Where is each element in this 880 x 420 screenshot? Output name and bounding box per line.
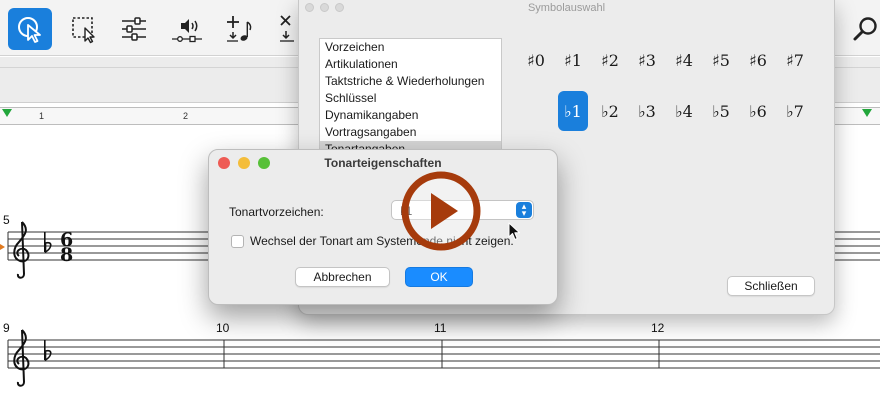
palette-title: Symbolauswahl [527, 2, 606, 14]
key-sharp-3[interactable]: ♯3 [632, 40, 662, 80]
magnifier-icon [853, 17, 877, 41]
key-sharp-5[interactable]: ♯5 [706, 40, 736, 80]
key-sharp-7[interactable]: ♯7 [780, 40, 810, 80]
key-flat-4[interactable]: ♭4 [669, 91, 699, 131]
search-button[interactable] [848, 8, 880, 50]
time-signature-bottom: 8 [60, 244, 73, 266]
key-flat-2[interactable]: ♭2 [595, 91, 625, 131]
palette-titlebar[interactable]: Symbolauswahl [299, 0, 834, 16]
add-note-tool-button[interactable] [217, 8, 261, 50]
ok-button[interactable]: OK [405, 267, 473, 287]
right-locator-marker[interactable] [862, 109, 872, 117]
speaker-icon [172, 19, 202, 43]
left-locator-marker[interactable] [2, 109, 12, 117]
key-flat-3[interactable]: ♭3 [632, 91, 662, 131]
flat-sign-icon [44, 232, 52, 254]
playback-tool-button[interactable] [165, 8, 209, 50]
key-sharp-4[interactable]: ♯4 [669, 40, 699, 80]
cancel-button[interactable]: Abbrechen [295, 267, 390, 287]
key-flat-1[interactable]: ♭1 [558, 91, 588, 131]
ruler-number: 2 [183, 111, 189, 121]
mouse-pointer-icon [508, 222, 520, 240]
category-item[interactable]: Artikulationen [320, 56, 501, 73]
marquee-select-tool-button[interactable] [62, 8, 106, 50]
add-note-icon [227, 16, 252, 42]
updown-chevron-icon: ▴ ▾ [516, 202, 532, 218]
video-play-button[interactable] [400, 170, 482, 252]
mixer-tool-button[interactable] [112, 8, 156, 50]
key-signature-dialog: Tonarteigenschaften Tonartvorzeichen: ♭1… [208, 149, 558, 305]
select-tool-button[interactable] [8, 8, 52, 50]
symbol-category-list[interactable]: Vorzeichen Artikulationen Taktstriche & … [319, 38, 502, 152]
close-palette-button[interactable]: Schließen [727, 276, 815, 296]
flat-sign-icon [44, 340, 52, 362]
key-flat-5[interactable]: ♭5 [706, 91, 736, 131]
cursor-arrow-icon [18, 17, 41, 43]
treble-clef-icon [13, 221, 30, 279]
hide-key-change-checkbox[interactable] [231, 235, 244, 248]
ruler-number: 1 [39, 111, 45, 121]
key-sharp-1[interactable]: ♯1 [558, 40, 588, 80]
sliders-icon [122, 17, 146, 41]
key-sharp-6[interactable]: ♯6 [743, 40, 773, 80]
category-item[interactable]: Taktstriche & Wiederholungen [320, 73, 501, 90]
category-item[interactable]: Dynamikangaben [320, 107, 501, 124]
treble-clef-icon [13, 329, 30, 387]
key-sharp-0[interactable]: ♯0 [521, 40, 551, 80]
key-signature-label: Tonartvorzeichen: [229, 205, 324, 219]
key-sharp-2[interactable]: ♯2 [595, 40, 625, 80]
staff-2-lines [7, 339, 880, 369]
marquee-select-icon [72, 17, 95, 44]
category-item[interactable]: Vorzeichen [320, 39, 501, 56]
dialog-title: Tonarteigenschaften [324, 156, 442, 170]
category-item[interactable]: Schlüssel [320, 90, 501, 107]
category-item[interactable]: Vortragsangaben [320, 124, 501, 141]
remove-note-icon [280, 15, 294, 42]
remove-note-tool-button[interactable] [266, 8, 296, 50]
playhead-marker [0, 244, 5, 250]
key-flat-7[interactable]: ♭7 [780, 91, 810, 131]
key-flat-6[interactable]: ♭6 [743, 91, 773, 131]
